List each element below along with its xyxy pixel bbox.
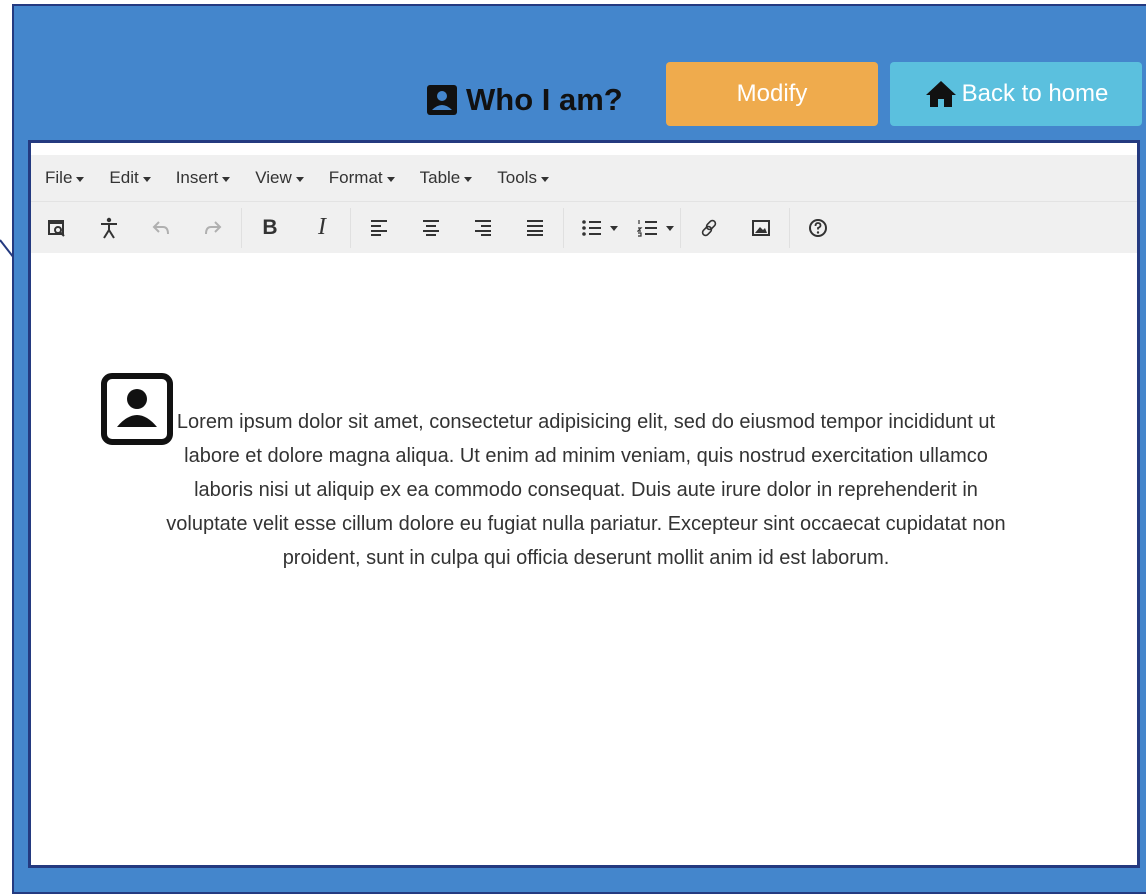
numbered-list-main[interactable] <box>634 214 662 242</box>
caret-down-icon <box>142 176 151 182</box>
toolbar-separator <box>789 207 790 248</box>
bold-button[interactable]: B <box>256 214 284 242</box>
menu-tools-label: Tools <box>497 168 537 187</box>
align-left-button[interactable] <box>365 214 393 242</box>
link-icon <box>701 219 717 236</box>
editor-toolbar: B I <box>31 201 1137 253</box>
link-button[interactable] <box>695 214 723 242</box>
caret-down-icon <box>540 176 549 182</box>
undo-icon <box>152 220 169 234</box>
back-to-home-label: Back to home <box>961 80 1109 107</box>
image-icon <box>752 219 770 236</box>
bullet-list-icon <box>582 219 601 236</box>
menu-table-label: Table <box>419 168 461 187</box>
toolbar-separator <box>680 207 681 248</box>
caret-down-icon <box>386 176 395 182</box>
help-button[interactable] <box>804 214 832 242</box>
caret-down-icon[interactable] <box>610 226 618 231</box>
caret-down-icon <box>464 176 473 182</box>
page-frame: Who I am? Modify Back to home File Edit … <box>12 4 1146 894</box>
toolbar-separator <box>563 207 564 248</box>
align-left-icon <box>371 219 387 236</box>
accessibility-icon <box>101 217 117 239</box>
italic-button[interactable]: I <box>308 214 336 242</box>
caret-down-icon <box>222 176 231 182</box>
help-icon <box>809 218 827 237</box>
align-center-button[interactable] <box>417 214 445 242</box>
menu-edit-label: Edit <box>109 168 139 187</box>
portrait-icon <box>427 85 457 115</box>
menu-table[interactable]: Table <box>420 168 473 188</box>
align-right-icon <box>475 219 491 236</box>
menu-tools[interactable]: Tools <box>497 168 549 188</box>
redo-icon <box>205 220 222 234</box>
menu-edit[interactable]: Edit <box>109 168 151 188</box>
align-right-button[interactable] <box>469 214 497 242</box>
menu-format[interactable]: Format <box>329 168 395 188</box>
editor-menubar: File Edit Insert View Format Table Tools <box>31 155 1137 201</box>
menu-file-label: File <box>45 168 73 187</box>
align-justify-button[interactable] <box>521 214 549 242</box>
toolbar-separator <box>350 207 351 248</box>
menu-insert-label: Insert <box>175 168 219 187</box>
rich-text-editor: File Edit Insert View Format Table Tools <box>28 140 1140 868</box>
page-title: Who I am? <box>426 78 623 122</box>
menu-file[interactable]: File <box>45 168 85 188</box>
preview-icon <box>48 219 65 237</box>
image-button[interactable] <box>747 214 775 242</box>
menu-format-label: Format <box>328 168 383 187</box>
numbered-list-icon <box>637 219 657 237</box>
back-to-home-button[interactable]: Back to home <box>890 62 1142 126</box>
menu-view[interactable]: View <box>255 168 304 188</box>
align-justify-icon <box>527 219 543 236</box>
numbered-list-button[interactable] <box>634 214 674 242</box>
accessibility-button[interactable] <box>95 214 123 242</box>
menu-insert[interactable]: Insert <box>176 168 231 188</box>
home-icon <box>925 81 956 107</box>
content-paragraph: Lorem ipsum dolor sit amet, consectetur … <box>166 411 1006 569</box>
editor-content-area[interactable]: Lorem ipsum dolor sit amet, consectetur … <box>31 253 1137 865</box>
toolbar-separator <box>241 207 242 248</box>
bullet-list-main[interactable] <box>578 214 606 242</box>
menu-view-label: View <box>255 168 292 187</box>
align-center-icon <box>423 219 439 236</box>
page-title-text: Who I am? <box>466 82 623 117</box>
caret-down-icon <box>76 176 85 182</box>
undo-button[interactable] <box>147 214 175 242</box>
caret-down-icon <box>295 176 304 182</box>
modify-button[interactable]: Modify <box>666 62 878 126</box>
bullet-list-button[interactable] <box>578 214 618 242</box>
header: Who I am? Modify Back to home <box>14 6 1146 138</box>
redo-button[interactable] <box>199 214 227 242</box>
caret-down-icon[interactable] <box>666 226 674 231</box>
preview-button[interactable] <box>43 214 71 242</box>
